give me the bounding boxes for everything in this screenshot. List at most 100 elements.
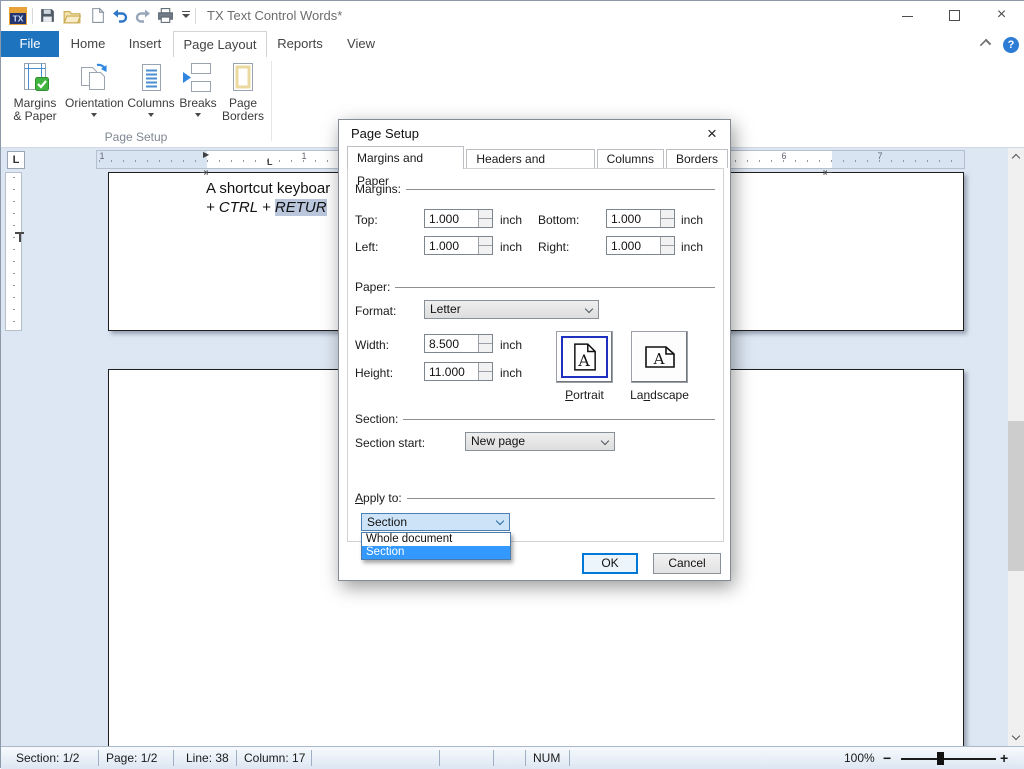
group-label-text: Apply to: [355,491,407,505]
tab-file[interactable]: File [1,31,59,57]
status-column: Column: 17 [244,747,305,769]
spin-down-button[interactable] [479,343,492,352]
spin-up-button[interactable] [479,363,492,371]
tab-stop-marker[interactable]: L [267,157,273,167]
scroll-up-button[interactable] [1008,148,1024,165]
text-line-2-prefix[interactable]: + CTRL + [206,199,275,216]
status-separator [236,750,237,766]
maximize-button[interactable] [932,1,977,31]
page-borders-button[interactable]: Page Borders [219,62,267,123]
new-document-icon[interactable] [89,7,107,25]
print-icon[interactable] [157,7,175,25]
spin-up-button[interactable] [661,237,674,245]
document-text[interactable]: A shortcut keyboar + CTRL + RETUR [206,179,330,217]
page-borders-icon [219,62,267,94]
spin-buttons [660,237,674,254]
zoom-in-button[interactable]: + [1000,747,1008,769]
columns-icon [125,62,177,94]
close-button[interactable]: × [979,1,1024,31]
dialog-tab-borders[interactable]: Borders [666,149,728,168]
dialog-title: Page Setup [351,120,419,148]
spin-buttons [478,363,492,380]
dropdown-arrow-icon [148,113,154,120]
landscape-button[interactable]: A [631,331,688,383]
ribbon-tab-bar: File Home Insert Page Layout Reports Vie… [1,31,1024,57]
chevron-down-icon [1012,732,1020,740]
breaks-button[interactable]: Breaks [179,62,217,123]
section-start-label: Section start: [355,436,425,450]
right-indent-marker[interactable]: ⇤ [823,166,832,179]
zoom-slider-track[interactable] [901,758,996,760]
text-line-1[interactable]: A shortcut keyboar [206,179,330,198]
undo-icon[interactable] [111,7,129,25]
spin-down-button[interactable] [479,245,492,254]
button-label: & Paper [7,110,63,123]
ribbon-group-separator [271,61,272,141]
customize-toolbar-icon[interactable] [179,7,193,25]
apply-to-dropdown-list: Whole document Section [361,532,511,560]
open-icon[interactable] [63,7,81,25]
collapse-ribbon-icon[interactable] [980,39,991,50]
redo-icon[interactable] [134,7,152,25]
unit-label: inch [500,240,522,254]
spin-up-button[interactable] [479,210,492,218]
top-margin-marker-stem [19,234,21,242]
dialog-close-button[interactable]: × [696,122,728,147]
spin-down-button[interactable] [479,218,492,227]
scrollbar-thumb[interactable] [1008,421,1024,571]
zoom-out-button[interactable]: − [883,747,891,769]
selected-text[interactable]: RETUR [275,199,327,216]
vertical-scrollbar[interactable] [1008,148,1024,746]
first-line-indent-marker[interactable]: ▶ [203,150,209,159]
vertical-ruler[interactable] [5,172,22,331]
columns-button[interactable]: Columns [125,62,177,123]
tab-reports[interactable]: Reports [267,31,333,57]
option-whole-document[interactable]: Whole document [362,533,510,546]
dialog-tab-columns[interactable]: Columns [597,149,664,168]
zoom-slider-thumb[interactable] [937,752,944,765]
format-value: Letter [430,302,461,316]
status-separator [525,750,526,766]
status-page: Page: 1/2 [106,747,157,769]
minimize-icon [902,16,913,17]
tab-insert[interactable]: Insert [117,31,173,57]
left-indent-marker[interactable]: ⇥ [199,166,208,179]
scroll-down-button[interactable] [1008,729,1024,746]
save-icon[interactable] [39,7,57,25]
status-separator [98,750,99,766]
tab-view[interactable]: View [333,31,389,57]
orientation-button[interactable]: Orientation [65,62,123,123]
tab-selector-button[interactable]: L [7,151,25,169]
landscape-label: Landscape [626,388,693,402]
top-margin-label: Top: [355,213,378,227]
dialog-tab-headers-footers[interactable]: Headers and Footers [466,149,594,168]
button-label: Orientation [65,97,123,110]
minimize-button[interactable] [885,1,930,31]
tab-home[interactable]: Home [59,31,117,57]
group-label-text: Paper: [355,280,395,294]
spin-down-button[interactable] [479,371,492,380]
portrait-button[interactable]: A [556,331,613,383]
spin-up-button[interactable] [661,210,674,218]
spin-down-button[interactable] [661,245,674,254]
apply-to-combobox[interactable]: Section [361,513,510,531]
option-section[interactable]: Section [362,546,510,559]
tab-page-layout[interactable]: Page Layout [173,31,267,57]
spin-up-button[interactable] [479,237,492,245]
height-spinbox [424,362,493,381]
spin-up-button[interactable] [479,335,492,343]
section-start-combobox[interactable]: New page [465,432,615,451]
dialog-tab-pane: Margins: Top: inch Bottom: inch Left: in… [347,168,724,542]
landscape-frame: A [636,336,683,378]
ok-button[interactable]: OK [582,553,638,574]
text-line-2[interactable]: + CTRL + RETUR [206,198,330,217]
portrait-page-icon: A [573,342,597,372]
margins-paper-icon [7,62,63,94]
width-label: Width: [355,338,389,352]
help-icon[interactable]: ? [1003,37,1019,53]
margins-paper-button[interactable]: Margins & Paper [7,62,63,123]
format-combobox[interactable]: Letter [424,300,599,319]
dialog-tab-margins-paper[interactable]: Margins and Paper [347,146,464,169]
cancel-button[interactable]: Cancel [653,553,721,574]
spin-down-button[interactable] [661,218,674,227]
